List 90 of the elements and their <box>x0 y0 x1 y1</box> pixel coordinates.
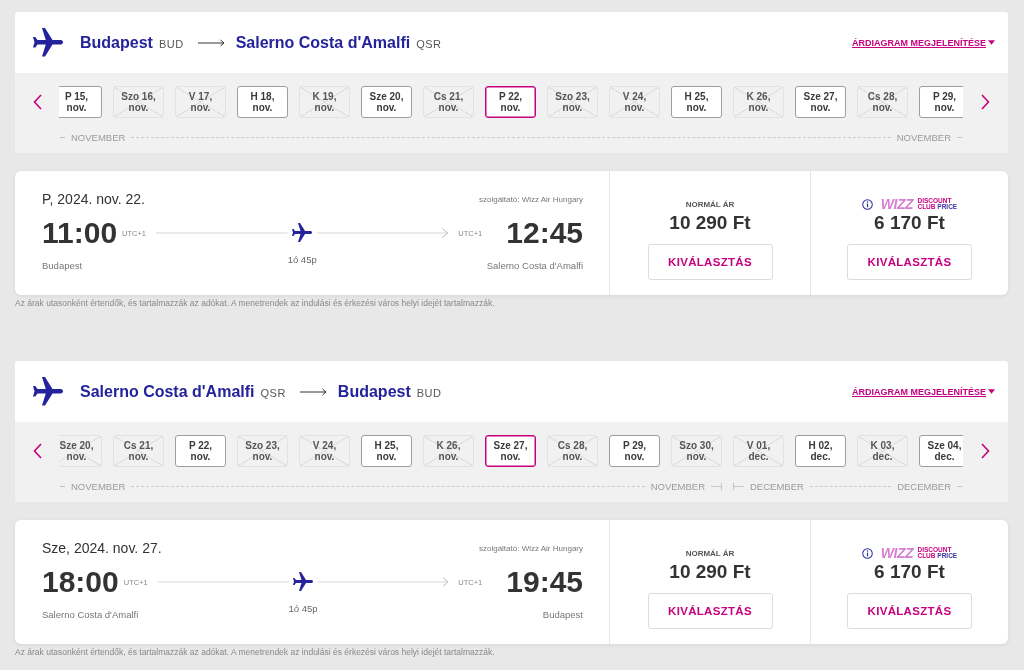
destination-city: Salerno Costa d'Amalfi <box>235 33 411 52</box>
departure-time: 18:00 <box>42 564 119 600</box>
date-option[interactable]: P 22, nov. <box>485 86 536 118</box>
month-label: DECEMBER <box>750 480 804 492</box>
flight-duration: 1ó 45p <box>287 254 317 265</box>
date-option[interactable]: Sze 27, nov. <box>795 86 846 118</box>
operator-text: szolgáltató: Wizz Air Hungary <box>478 543 583 553</box>
flight-duration: 1ó 45p <box>288 603 318 614</box>
month-label: DECEMBER <box>897 480 951 492</box>
previous-dates-button[interactable] <box>31 442 43 460</box>
date-option[interactable]: Cs 28, nov. <box>547 435 598 467</box>
month-label: NOVEMBER <box>896 131 951 143</box>
date-option[interactable]: K 19, nov. <box>299 86 350 118</box>
arrow-icon <box>197 38 225 47</box>
flight-date: P, 2024. nov. 22. <box>42 191 145 207</box>
date-option[interactable]: K 03, dec. <box>857 435 908 467</box>
airport-code: QSR <box>416 38 442 50</box>
date-option[interactable]: P 22, nov. <box>175 435 226 467</box>
flight-date: Sze, 2024. nov. 27. <box>42 540 162 556</box>
destination-city: Budapest <box>337 382 411 401</box>
date-option[interactable]: P 29, nov. <box>919 86 963 118</box>
arrival-time: 19:45 <box>506 564 583 600</box>
arrival-time: 12:45 <box>506 215 583 251</box>
next-dates-button[interactable] <box>979 442 992 460</box>
select-button[interactable]: KIVÁLASZTÁS <box>847 244 972 280</box>
date-option[interactable]: V 01, dec. <box>733 435 784 467</box>
fare-price: 6 170 Ft <box>874 561 945 583</box>
date-option[interactable]: Cs 28, nov. <box>857 86 908 118</box>
info-icon <box>861 547 873 559</box>
chevron-right-icon <box>981 443 990 459</box>
date-option[interactable]: K 26, nov. <box>423 435 474 467</box>
previous-dates-button[interactable] <box>31 93 43 111</box>
date-option[interactable]: Szo 30, nov. <box>671 435 722 467</box>
caret-down-icon <box>988 389 995 394</box>
date-option[interactable]: Szo 23, nov. <box>547 86 598 118</box>
footnote-text: Az árak utasonként értendők, és tartalmazzák az adókat. A menetrendek az indulási és érkezési város helyi idejét tartalmazzák. <box>15 298 496 308</box>
airport-code: BUD <box>158 38 184 50</box>
fare-label: NORMÁL ÁR <box>685 548 735 558</box>
departure-city: Salerno Costa d'Amalfi <box>42 609 139 620</box>
month-label: NOVEMBER <box>71 480 126 492</box>
airplane-icon <box>33 376 63 407</box>
arrival-city: Salerno Costa d'Amalfi <box>486 260 583 271</box>
date-option[interactable]: Szo 16, nov. <box>113 86 164 118</box>
select-button[interactable]: KIVÁLASZTÁS <box>647 244 773 280</box>
departure-city: Budapest <box>42 260 83 271</box>
price-chart-link[interactable]: ÁRDIAGRAM MEGJELENÍTÉSE <box>852 386 995 397</box>
select-button[interactable]: KIVÁLASZTÁS <box>847 593 972 629</box>
date-option[interactable]: H 02, dec. <box>795 435 846 467</box>
info-icon <box>861 198 873 210</box>
chevron-left-icon <box>32 443 42 459</box>
date-option[interactable]: H 25, nov. <box>361 435 412 467</box>
departure-time: 11:00 <box>42 215 118 251</box>
select-button[interactable]: KIVÁLASZTÁS <box>647 593 773 629</box>
date-option[interactable]: Sze 20, nov. <box>361 86 412 118</box>
date-option[interactable]: Szo 23, nov. <box>237 435 288 467</box>
date-option[interactable]: K 26, nov. <box>733 86 784 118</box>
date-option[interactable]: V 24, nov. <box>609 86 660 118</box>
date-option[interactable]: V 24, nov. <box>299 435 350 467</box>
airplane-icon <box>292 223 313 243</box>
month-label: NOVEMBER <box>71 131 126 143</box>
date-option[interactable]: Sze 27, nov. <box>485 435 536 467</box>
next-dates-button[interactable] <box>979 93 992 111</box>
date-option[interactable]: H 25, nov. <box>671 86 722 118</box>
origin-city: Salerno Costa d'Amalfi <box>80 382 255 401</box>
fare-price: 10 290 Ft <box>669 561 751 583</box>
date-option[interactable]: Sze 04, dec. <box>919 435 963 467</box>
month-label: NOVEMBER <box>650 480 705 492</box>
date-option[interactable]: Cs 21, nov. <box>423 86 474 118</box>
airport-code: BUD <box>416 387 442 399</box>
price-chart-link[interactable]: ÁRDIAGRAM MEGJELENÍTÉSE <box>852 37 995 48</box>
arrival-city: Budapest <box>542 609 583 620</box>
arrow-icon <box>299 387 327 396</box>
airplane-icon <box>33 27 63 58</box>
fare-label: NORMÁL ÁR <box>685 199 735 209</box>
origin-city: Budapest <box>80 33 153 52</box>
operator-text: szolgáltató: Wizz Air Hungary <box>478 194 583 204</box>
date-option[interactable]: P 29, nov. <box>609 435 660 467</box>
date-option[interactable]: Cs 21, nov. <box>113 435 164 467</box>
fare-price: 10 290 Ft <box>669 212 751 234</box>
fare-price: 6 170 Ft <box>874 212 945 234</box>
footnote-text: Az árak utasonként értendők, és tartalmazzák az adókat. A menetrendek az indulási és érkezési város helyi idejét tartalmazzák. <box>15 647 496 657</box>
date-option[interactable]: V 17, nov. <box>175 86 226 118</box>
date-option[interactable]: Sze 20, nov. <box>59 435 102 467</box>
chevron-right-icon <box>981 94 990 110</box>
chevron-left-icon <box>32 94 42 110</box>
airport-code: QSR <box>260 387 286 399</box>
caret-down-icon <box>988 40 995 45</box>
date-option[interactable]: H 18, nov. <box>237 86 288 118</box>
airplane-icon <box>293 572 313 592</box>
date-option[interactable]: P 15, nov. <box>59 86 102 118</box>
